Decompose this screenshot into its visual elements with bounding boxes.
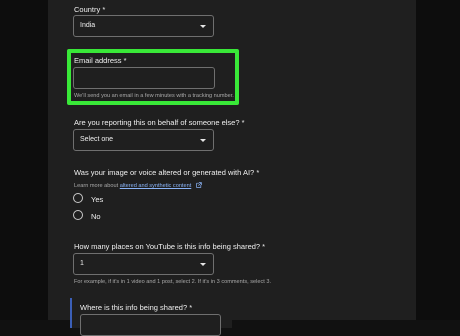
radio-no-label: No [91, 212, 101, 221]
learn-more-prefix: Learn more about [74, 183, 119, 189]
places-shared-label: How many places on YouTube is this info … [74, 242, 266, 251]
reporting-behalf-select[interactable]: Select one [73, 129, 214, 151]
email-field[interactable] [73, 67, 215, 89]
radio-no[interactable] [73, 210, 83, 220]
country-label: Country * [74, 5, 106, 14]
email-label: Email address * [74, 56, 127, 65]
country-value: India [80, 22, 96, 29]
places-shared-help: For example, if it's in 1 video and 1 po… [74, 279, 272, 285]
where-shared-label: Where is this info being shared? * [80, 303, 193, 312]
left-margin [0, 0, 48, 320]
synthetic-content-link[interactable]: altered and synthetic content [120, 183, 192, 189]
chevron-down-icon [200, 263, 206, 266]
ai-altered-label: Was your image or voice altered or gener… [74, 168, 260, 177]
external-link-icon[interactable] [196, 182, 202, 190]
radio-yes[interactable] [73, 193, 83, 203]
chevron-down-icon [200, 25, 206, 28]
right-margin [416, 0, 460, 320]
places-shared-value: 1 [80, 260, 84, 267]
radio-yes-label: Yes [91, 195, 104, 204]
email-help-text: We'll send you an email in a few minutes… [74, 93, 234, 99]
learn-more-line: Learn more about altered and synthetic c… [74, 182, 202, 190]
reporting-behalf-label: Are you reporting this on behalf of some… [74, 118, 245, 127]
country-select[interactable]: India [73, 15, 214, 37]
chevron-down-icon [200, 139, 206, 142]
where-shared-select[interactable] [80, 314, 221, 336]
reporting-behalf-value: Select one [80, 136, 114, 143]
places-shared-select[interactable]: 1 [73, 253, 214, 275]
